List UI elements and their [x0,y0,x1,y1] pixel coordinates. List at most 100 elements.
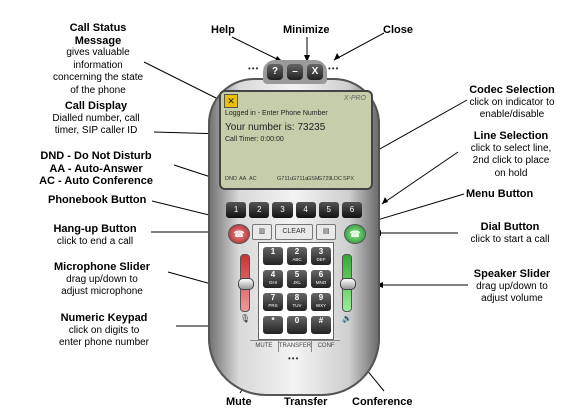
key-5[interactable]: 5 JKL [287,270,307,288]
line-button-4[interactable]: 4 [295,202,316,218]
phonebook-button[interactable]: ▥ [252,224,272,240]
codec-desc-1: click on indicator to [469,96,555,108]
key-3[interactable]: 3 DEF [311,247,331,265]
phonebook-label: Phonebook Button [48,194,147,206]
mic-title: Microphone Slider [54,261,150,273]
transfer-label: Transfer [284,396,328,408]
hangup-title: Hang-up Button [53,223,137,235]
dnd-label: DND - Do Not Disturb [40,150,152,162]
microphone-slider-handle[interactable] [238,278,254,290]
key-6[interactable]: 6 MNO [311,270,331,288]
key-4[interactable]: 4 GHI [263,270,283,288]
close-button[interactable]: X [307,64,323,80]
dnd-indicator[interactable]: DND [225,176,237,182]
key-9[interactable]: 9 WXY [311,293,331,311]
line-selection-annotation: Line Selection click to select line, 2nd… [456,130,566,180]
minimize-button[interactable]: – [287,64,303,80]
help-button[interactable]: ? [267,64,283,80]
key-8[interactable]: 8 TUV [287,293,307,311]
logo-icon: ✕ [224,94,238,108]
key-letters: WXY [315,303,327,308]
speaker-grille-left: ••• [248,64,260,73]
dial-desc: click to start a call [470,233,550,245]
dnd-annotation: DND - Do Not Disturb AA - Auto-Answer AC… [22,150,170,188]
call-display-annotation: Call Display Dialled number, call timer,… [36,100,156,138]
mic-desc-2: adjust microphone [61,286,143,297]
key-2[interactable]: 2 ABC [287,247,307,265]
hangup-button[interactable]: ☎ [228,224,250,244]
key-0[interactable]: 0 [287,316,307,334]
line-button-5[interactable]: 5 [318,202,339,218]
softphone: ? – X ••• ••• ✕ X-PRO Logged in - Enter … [208,58,380,396]
handset-up-icon: ☎ [349,229,361,239]
clear-button[interactable]: CLEAR [274,224,314,240]
conference-button[interactable]: CONF [312,341,340,352]
codec-title: Codec Selection [469,84,555,96]
mic-desc-1: drag up/down to [66,273,138,285]
window-controls: ? – X [263,60,327,84]
codec-g711u[interactable]: G711u [277,176,293,182]
minimize-label: Minimize [283,24,330,36]
codec-ldc[interactable]: LDC [331,176,342,182]
book-icon: ▥ [258,228,266,235]
line-selection-title: Line Selection [473,130,549,142]
microphone-slider[interactable] [238,254,254,312]
key-letters: PRS [268,303,278,308]
conference-label: Conference [352,396,413,408]
mic-annotation: Microphone Slider drag up/down to adjust… [40,261,164,299]
keypad-desc-1: click on digits to [68,324,140,336]
codec-g729[interactable]: G729 [318,176,331,182]
hangup-annotation: Hang-up Button click to end a call [40,223,150,248]
key-digit: 7 [270,293,276,302]
line-button-1[interactable]: 1 [226,202,247,218]
dial-title: Dial Button [480,221,540,233]
key-digit: 0 [294,316,300,325]
call-status-desc-4: of the phone [70,84,126,96]
aa-indicator[interactable]: AA [239,176,246,182]
line-button-2[interactable]: 2 [249,202,270,218]
line-button-6[interactable]: 6 [341,202,363,218]
ac-indicator[interactable]: AC [249,176,257,182]
control-row: ▥ CLEAR ▤ [252,224,336,240]
speaker-grille-right: ••• [328,64,340,73]
dial-button[interactable]: ☎ [344,224,366,244]
line-selection-desc-1: click to select line, [470,142,552,154]
call-status-annotation: Call Status Message gives valuable infor… [40,22,156,97]
key-digit: 6 [318,270,324,279]
numeric-keypad: 1 2 ABC 3 DEF 4 GHI 5 JKL 6 MNO 7 PRS 8 TUV 9 WXY * 0 # [258,242,334,340]
call-display-title: Call Display [64,100,128,112]
transfer-button[interactable]: TRANSFER [279,341,313,352]
call-status-title2: Message [74,34,122,47]
line-selection-desc-2: 2nd click to place [472,155,550,166]
key-letters: JKL [293,280,301,285]
mute-button[interactable]: MUTE [250,341,279,352]
hangup-desc: click to end a call [56,235,134,247]
mute-label: Mute [226,396,252,408]
menu-button[interactable]: ▤ [316,224,336,240]
line-selection-row: 1 2 3 4 5 6 [226,202,363,218]
key-digit: 9 [318,293,324,302]
codec-g711a[interactable]: G711a [292,176,308,182]
key-7[interactable]: 7 PRS [263,293,283,311]
call-display-desc-2: timer, SIP caller ID [54,125,138,136]
speaker-slider-handle[interactable] [340,278,356,290]
key-hash[interactable]: # [311,316,331,334]
key-letters: ABC [292,257,302,262]
codec-spx[interactable]: SPX [343,176,354,182]
handset-down-icon: ☎ [233,229,245,239]
key-digit: # [318,316,324,325]
call-status-desc-3: concerning the state [52,72,144,83]
speaker-desc-2: adjust volume [481,293,543,304]
key-1[interactable]: 1 [263,247,283,265]
key-star[interactable]: * [263,316,283,334]
key-digit: 2 [294,247,300,256]
bottom-controls: MUTE TRANSFER CONF [250,340,340,352]
line-selection-desc-3: on hold [494,167,528,179]
call-status-title: Call Status [69,22,127,34]
microphone-icon: 🎙 [240,314,251,323]
call-status-desc-1: gives valuable [66,47,130,58]
line-button-3[interactable]: 3 [272,202,293,218]
speaker-slider[interactable] [340,254,356,312]
speaker-desc-1: drag up/down to [476,280,548,292]
key-letters: TUV [292,303,302,308]
